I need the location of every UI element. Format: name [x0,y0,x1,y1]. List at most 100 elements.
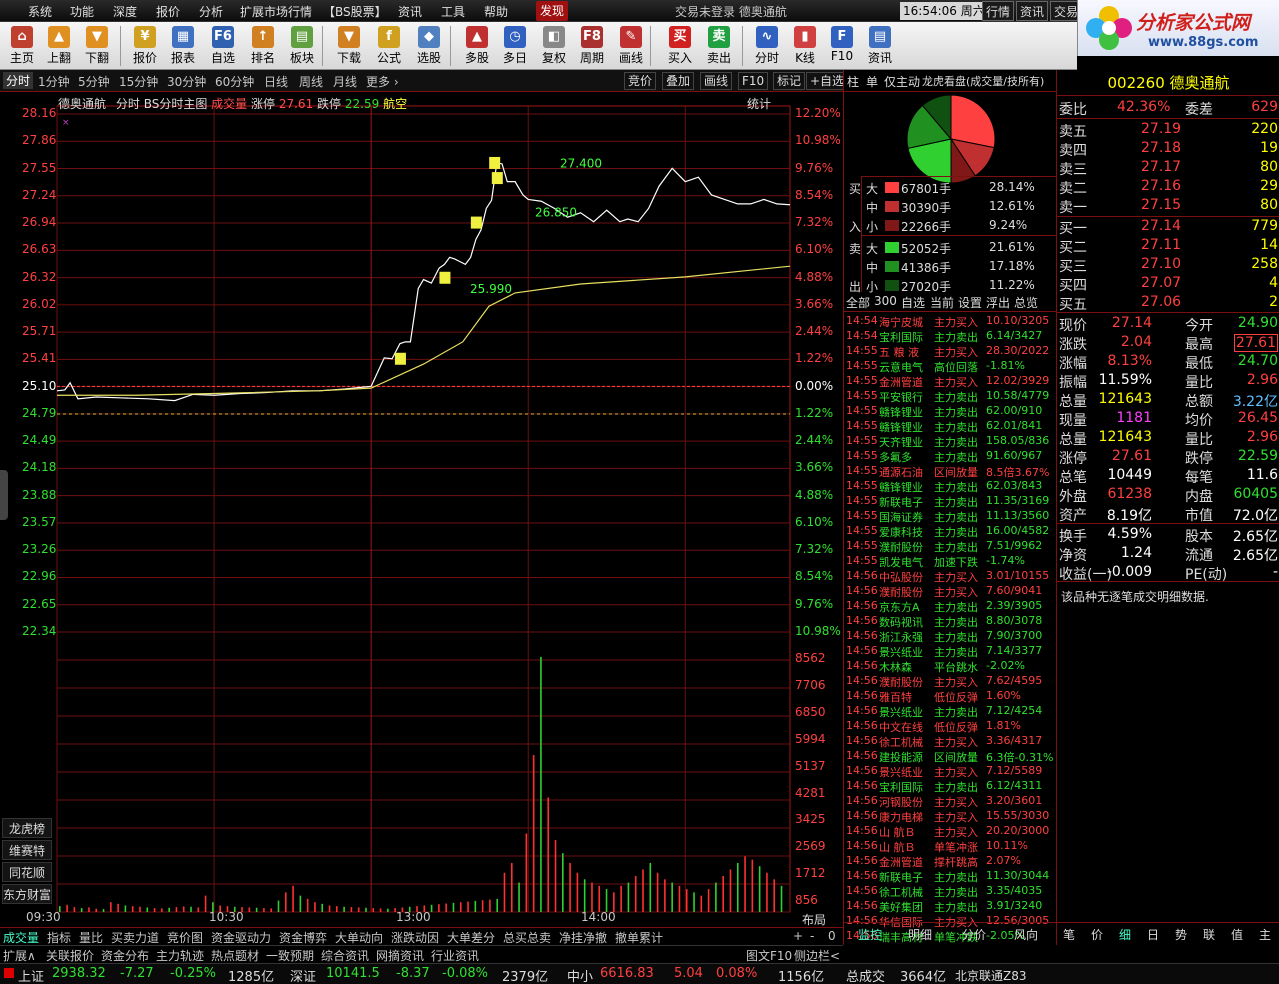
restore-button[interactable]: 0 [828,929,836,943]
toolbar-info-button[interactable]: ▤ 资讯 [861,24,899,68]
indicator-tab[interactable]: 买卖力道 [111,929,159,946]
f10-graphic-button[interactable]: 图文F10 [746,947,792,964]
side-weisaite-button[interactable]: 维赛特 [2,840,52,860]
bid-row[interactable]: 买四 27.07 4 [1057,274,1279,294]
toolbar-intraday-button[interactable]: ∿ 分时 [748,24,786,68]
deal-row[interactable]: 14:56 濮耐股份 主力买入 7.60/9041 [846,584,1057,599]
toolbar-stock-pick-button[interactable]: ◆ 选股 [410,24,448,68]
extension-tab[interactable]: 热点题材 [211,947,259,964]
menu-tools[interactable]: 工具 [441,3,465,20]
indicator-tab[interactable]: 大单差分 [447,929,495,946]
toolbar-period-button[interactable]: F8 周期 [573,24,611,68]
menu-info[interactable]: 资讯 [398,3,422,20]
deal-filter-5[interactable]: 浮出 [986,294,1010,311]
right-tab-0[interactable]: 笔 [1063,926,1075,943]
toolbar-favorite-button[interactable]: F6 自选 [204,24,242,68]
deal-row[interactable]: 14:56 美好集团 主力卖出 3.91/3240 [846,899,1057,914]
layout-button[interactable]: 布局 [802,911,826,928]
tab-more[interactable]: 更多 › [366,73,399,90]
right-tab-5[interactable]: 联 [1203,926,1215,943]
deal-row[interactable]: 14:55 濮耐股份 主力卖出 7.51/9962 [846,539,1057,554]
menu-discover[interactable]: 发现 [536,1,569,21]
indicator-tab[interactable]: 撤单累计 [615,929,663,946]
bidding-button[interactable]: 竞价 [624,72,657,90]
side-eastmoney-button[interactable]: 东方财富 [2,884,52,904]
toolbar-page-up-button[interactable]: ▲ 上翻 [40,24,78,68]
tab-15min[interactable]: 15分钟 [119,73,158,90]
tab-daily[interactable]: 日线 [264,73,288,90]
toolbar-kline-button[interactable]: ▮ K线 [786,24,824,68]
indicator-tab[interactable]: 成交量 [3,929,39,946]
deal-row[interactable]: 14:56 河钢股份 主力买入 3.20/3601 [846,794,1057,809]
tab-intraday[interactable]: 分时 [3,72,34,89]
mid-tab-0[interactable]: 监控 [858,926,882,943]
toolbar-formula-button[interactable]: f 公式 [370,24,408,68]
zoom-in-button[interactable]: + [793,929,803,943]
extension-tab[interactable]: 主力轨迹 [156,947,204,964]
deal-row[interactable]: 14:55 赣锋锂业 主力卖出 62.00/910 [846,404,1057,419]
flow-tab-single[interactable]: 单 [866,73,878,90]
deal-row[interactable]: 14:56 景兴纸业 主力卖出 7.14/3377 [846,644,1057,659]
add-favorite-button[interactable]: +自选 [806,72,849,90]
deal-row[interactable]: 14:56 山 航Ｂ 单笔冲涨 10.11% [846,839,1057,854]
toolbar-multi-stock-button[interactable]: ▲ 多股 [458,24,496,68]
tab-5min[interactable]: 5分钟 [78,73,110,90]
menu-ext-market[interactable]: 扩展市场行情 [240,3,312,20]
indicator-tab[interactable]: 大单动向 [335,929,383,946]
extension-tab[interactable]: 行业资讯 [431,947,479,964]
toolbar-multi-day-button[interactable]: ◷ 多日 [496,24,534,68]
toolbar-page-down-button[interactable]: ▼ 下翻 [78,24,116,68]
toolbar-quote-button[interactable]: ¥ 报价 [126,24,164,68]
ask-row[interactable]: 卖一 27.15 80 [1057,196,1279,216]
zoom-out-button[interactable]: - [810,929,814,943]
toolbar-rank-button[interactable]: ↑ 排名 [244,24,282,68]
tab-monthly[interactable]: 月线 [333,73,357,90]
deal-row[interactable]: 14:55 赣锋锂业 主力卖出 62.01/841 [846,419,1057,434]
menu-help[interactable]: 帮助 [484,3,508,20]
side-tonghuashun-button[interactable]: 同花顺 [2,862,52,882]
menu-system[interactable]: 系统 [28,3,52,20]
deal-row[interactable]: 14:56 康力电梯 主力买入 15.55/3030 [846,809,1057,824]
menu-function[interactable]: 功能 [70,3,94,20]
deal-row[interactable]: 14:56 徐工机械 主力卖出 3.35/4035 [846,884,1057,899]
deal-row[interactable]: 14:55 金洲管道 主力买入 12.02/3929 [846,374,1057,389]
deal-row[interactable]: 14:56 山 航Ｂ 主力买入 20.20/3000 [846,824,1057,839]
toolbar-download-button[interactable]: ▼ 下载 [330,24,368,68]
deal-row[interactable]: 14:55 通源石油 区间放量 8.5倍3.67% [846,464,1057,479]
deal-row[interactable]: 14:56 景兴纸业 主力卖出 7.12/4254 [846,704,1057,719]
deal-row[interactable]: 14:56 宝利国际 主力卖出 6.12/4311 [846,779,1057,794]
deal-row[interactable]: 14:56 建投能源 区间放量 6.3倍-0.31% [846,749,1057,764]
side-longhu-button[interactable]: 龙虎榜 [2,818,52,838]
menu-analysis[interactable]: 分析 [199,3,223,20]
deal-row[interactable]: 14:55 天齐锂业 主力卖出 158.05/836 [846,434,1057,449]
deal-row[interactable]: 14:55 赣锋锂业 主力卖出 62.03/843 [846,479,1057,494]
deal-filter-2[interactable]: 自选 [901,294,925,311]
bid-row[interactable]: 买三 27.10 258 [1057,255,1279,275]
deal-filter-3[interactable]: 当前 [930,294,954,311]
mode-info-button[interactable]: 资讯 [1016,1,1049,21]
toolbar-f10-button[interactable]: F F10 [823,24,861,68]
deal-row[interactable]: 14:55 凯发电气 加速下跌 -1.74% [846,554,1057,569]
extension-tab[interactable]: 关联报价 [46,947,94,964]
deal-row[interactable]: 14:56 金洲管道 撑杆跳高 2.07% [846,854,1057,869]
indicator-tab[interactable]: 资金驱动力 [211,929,271,946]
right-tab-3[interactable]: 日 [1147,926,1159,943]
menu-bs-stock[interactable]: 【BS股票】 [323,3,387,20]
draw-line-button[interactable]: 画线 [700,72,733,90]
bid-row[interactable]: 买二 27.11 14 [1057,236,1279,256]
deal-filter-1[interactable]: 300 [874,294,897,308]
indicator-tab[interactable]: 资金博弈 [279,929,327,946]
deal-row[interactable]: 14:56 新联电子 主力卖出 11.30/3044 [846,869,1057,884]
indicator-tab[interactable]: 指标 [47,929,71,946]
mid-tab-3[interactable]: 风向 [1014,926,1038,943]
right-tab-4[interactable]: 势 [1175,926,1187,943]
deal-filter-0[interactable]: 全部 [846,294,870,311]
ask-row[interactable]: 卖五 27.19 220 [1057,120,1279,140]
extension-tab[interactable]: 资金分布 [101,947,149,964]
toolbar-sell-button[interactable]: 卖卖出 [700,24,738,68]
extension-tab[interactable]: 网摘资讯 [376,947,424,964]
deal-row[interactable]: 14:56 中文在线 低位反弹 1.81% [846,719,1057,734]
toolbar-restore-right-button[interactable]: ◧ 复权 [535,24,573,68]
deal-filter-4[interactable]: 设置 [958,294,982,311]
indicator-tab[interactable]: 涨跌动因 [391,929,439,946]
